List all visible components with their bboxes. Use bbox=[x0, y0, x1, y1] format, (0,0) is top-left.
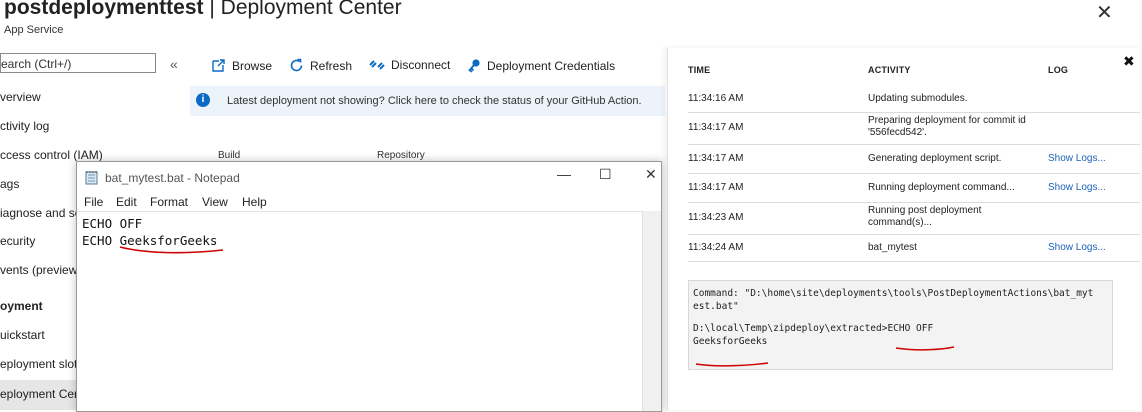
table-row: 11:34:16 AM Updating submodules. bbox=[688, 84, 1140, 113]
sidebar-item-events[interactable]: vents (preview) bbox=[0, 263, 81, 277]
row-time: 11:34:17 AM bbox=[688, 122, 744, 133]
table-row: 11:34:17 AM Generating deployment script… bbox=[688, 144, 1140, 174]
notepad-window[interactable]: bat_mytest.bat - Notepad — ☐ ✕ File Edit… bbox=[76, 161, 662, 412]
deployment-credentials-button[interactable]: Deployment Credentials bbox=[467, 58, 615, 73]
sidebar-item-diagnose[interactable]: iagnose and so bbox=[0, 206, 81, 220]
menu-edit[interactable]: Edit bbox=[116, 195, 137, 209]
sidebar-item-tags[interactable]: ags bbox=[0, 177, 19, 191]
menu-file[interactable]: File bbox=[84, 195, 103, 209]
key-icon bbox=[468, 59, 480, 73]
menu-format[interactable]: Format bbox=[150, 195, 188, 209]
column-header-repository: Repository bbox=[377, 150, 425, 161]
external-link-icon bbox=[212, 59, 225, 72]
refresh-icon bbox=[290, 58, 303, 72]
notepad-title: bat_mytest.bat - Notepad bbox=[105, 171, 240, 185]
row-activity: Running deployment command... bbox=[868, 182, 1015, 193]
browse-button[interactable]: Browse bbox=[211, 58, 272, 73]
row-activity: Generating deployment script. bbox=[868, 153, 1002, 164]
disconnect-icon bbox=[369, 60, 385, 70]
show-logs-link[interactable]: Show Logs... bbox=[1048, 153, 1106, 164]
row-time: 11:34:17 AM bbox=[688, 182, 744, 193]
sidebar-item-security[interactable]: ecurity bbox=[0, 234, 35, 248]
vertical-scrollbar[interactable] bbox=[642, 211, 661, 411]
infobar-text[interactable]: Latest deployment not showing? Click her… bbox=[227, 95, 642, 107]
close-panel-icon[interactable]: ✖ bbox=[1123, 53, 1135, 70]
row-activity: Preparing deployment for commit id '556f… bbox=[868, 115, 1026, 138]
table-row: 11:34:17 AM Preparing deployment for com… bbox=[688, 112, 1140, 145]
maximize-icon[interactable]: ☐ bbox=[599, 166, 612, 183]
refresh-button[interactable]: Refresh bbox=[289, 58, 352, 73]
row-time: 11:34:23 AM bbox=[688, 212, 744, 223]
red-underline-annotation bbox=[695, 346, 955, 367]
table-row: 11:34:24 AM bat_mytest Show Logs... bbox=[688, 234, 1140, 262]
show-logs-link[interactable]: Show Logs... bbox=[1048, 242, 1106, 253]
row-time: 11:34:16 AM bbox=[688, 93, 744, 104]
log-output-line: D:\local\Temp\zipdeploy\extracted>ECHO O… bbox=[693, 323, 934, 334]
text-line: ECHO OFF bbox=[82, 216, 143, 231]
sidebar-item-deployment-center[interactable]: eployment Cen bbox=[0, 387, 81, 401]
red-underline-annotation bbox=[119, 246, 224, 254]
sidebar-section-deployment: oyment bbox=[0, 299, 43, 313]
sidebar-item-activity-log[interactable]: ctivity log bbox=[0, 119, 49, 133]
column-header-build: Build bbox=[218, 150, 241, 161]
log-header-activity: ACTIVITY bbox=[868, 65, 911, 75]
sidebar-item-quickstart[interactable]: uickstart bbox=[0, 328, 45, 342]
row-activity: Running post deployment command(s)... bbox=[868, 205, 982, 228]
close-icon[interactable]: ✕ bbox=[645, 166, 657, 183]
sidebar-item-access-control[interactable]: ccess control (IAM) bbox=[0, 148, 103, 162]
search-input[interactable]: earch (Ctrl+/) bbox=[0, 53, 156, 73]
row-time: 11:34:17 AM bbox=[688, 153, 744, 164]
sidebar-item-deployment-slots[interactable]: eployment slot bbox=[0, 357, 77, 371]
notepad-menubar: File Edit Format View Help bbox=[77, 193, 661, 211]
table-row: 11:34:23 AM Running post deployment comm… bbox=[688, 202, 1140, 235]
page-title: postdeploymenttest | Deployment Center bbox=[4, 0, 402, 19]
info-icon: i bbox=[196, 93, 210, 107]
log-output-line: Command: "D:\home\site\deployments\tools… bbox=[693, 288, 1094, 299]
disconnect-button[interactable]: Disconnect bbox=[369, 58, 450, 72]
row-activity: bat_mytest bbox=[868, 242, 917, 253]
show-logs-link[interactable]: Show Logs... bbox=[1048, 182, 1106, 193]
sidebar-item-overview[interactable]: verview bbox=[0, 90, 41, 104]
menu-view[interactable]: View bbox=[202, 195, 228, 209]
notepad-text-area[interactable]: ECHO OFF ECHO GeeksforGeeks bbox=[77, 211, 642, 411]
log-output-line: est.bat" bbox=[693, 301, 739, 312]
close-icon[interactable]: ✕ bbox=[1096, 0, 1113, 25]
menu-help[interactable]: Help bbox=[242, 195, 267, 209]
table-row: 11:34:17 AM Running deployment command..… bbox=[688, 173, 1140, 203]
row-activity: Updating submodules. bbox=[868, 93, 968, 104]
log-header-time: TIME bbox=[688, 65, 711, 75]
page-subtitle: App Service bbox=[4, 24, 64, 36]
collapse-sidebar-icon[interactable]: « bbox=[170, 56, 178, 72]
row-time: 11:34:24 AM bbox=[688, 242, 744, 253]
notepad-icon bbox=[85, 171, 98, 185]
log-header-log: LOG bbox=[1048, 65, 1069, 75]
minimize-icon[interactable]: — bbox=[557, 166, 571, 182]
